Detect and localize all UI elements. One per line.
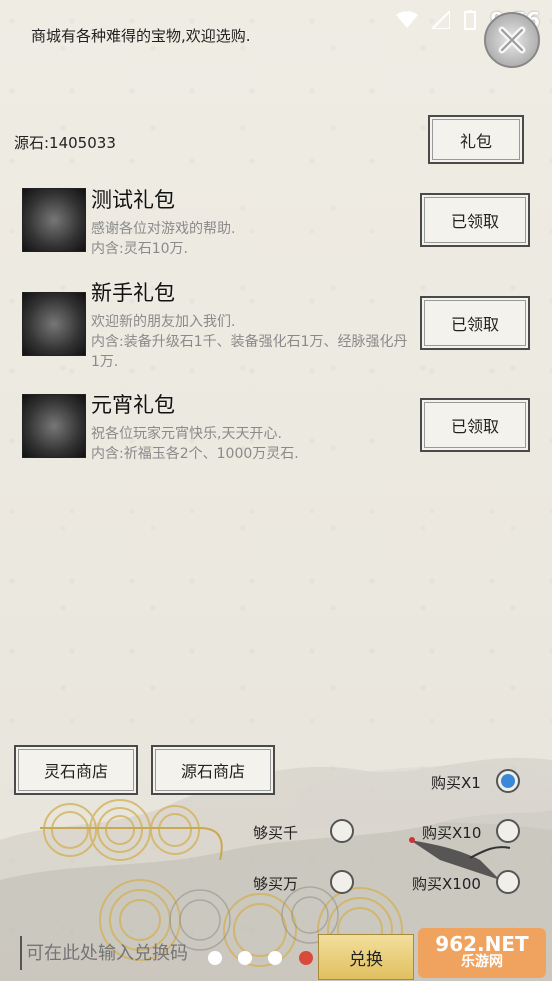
close-icon bbox=[498, 26, 526, 54]
gift-contents-line: 内含:装备升级石1千、装备强化石1万、经脉强化丹1万. bbox=[91, 334, 408, 370]
close-button[interactable] bbox=[484, 12, 540, 68]
buy-x10-radio[interactable] bbox=[496, 819, 520, 843]
page-indicator-dot[interactable] bbox=[238, 951, 252, 965]
gift-description-line: 感谢各位对游戏的帮助. bbox=[91, 221, 236, 237]
watermark-line2: 乐游网 bbox=[461, 954, 503, 970]
watermark-line1: 962.NET bbox=[435, 932, 529, 956]
wifi-icon bbox=[396, 11, 419, 28]
enough-thousand-radio[interactable] bbox=[330, 819, 354, 843]
site-watermark: 962.NET 乐游网 bbox=[418, 928, 546, 978]
signal-icon bbox=[432, 11, 451, 29]
source-stone-balance: 源石:1405033 bbox=[14, 134, 116, 152]
gift-box-icon bbox=[22, 292, 86, 356]
enough-thousand-label: 够买千 bbox=[253, 824, 299, 842]
battery-icon bbox=[464, 10, 477, 30]
buy-x100-label: 购买X100 bbox=[412, 875, 481, 893]
gift-title: 测试礼包 bbox=[91, 188, 175, 212]
gift-contents-line: 内含:祈福玉各2个、1000万灵石. bbox=[91, 446, 299, 462]
claimed-button[interactable]: 已领取 bbox=[420, 193, 530, 247]
gift-description-line: 欢迎新的朋友加入我们. bbox=[91, 314, 236, 330]
gift-description: 感谢各位对游戏的帮助. 内含:灵石10万. bbox=[91, 219, 411, 259]
page-indicator-dot-active[interactable] bbox=[299, 951, 313, 965]
gift-box-icon bbox=[22, 188, 86, 252]
spirit-stone-store-label: 灵石商店 bbox=[43, 762, 108, 781]
spirit-stone-store-button[interactable]: 灵石商店 bbox=[14, 745, 138, 795]
gift-description-line: 祝各位玩家元宵快乐,天天开心. bbox=[91, 426, 282, 442]
buy-x1-radio[interactable] bbox=[496, 769, 520, 793]
claimed-button[interactable]: 已领取 bbox=[420, 398, 530, 452]
claimed-button-label: 已领取 bbox=[450, 417, 499, 436]
source-stone-store-label: 源石商店 bbox=[180, 762, 245, 781]
gift-contents-line: 内含:灵石10万. bbox=[91, 241, 188, 257]
gift-description: 欢迎新的朋友加入我们. 内含:装备升级石1千、装备强化石1万、经脉强化丹1万. bbox=[91, 312, 411, 372]
exchange-button-label: 兑换 bbox=[349, 949, 383, 970]
buy-x10-label: 购买X10 bbox=[422, 824, 482, 842]
gift-title: 新手礼包 bbox=[91, 281, 175, 305]
enough-wan-label: 够买万 bbox=[253, 875, 299, 893]
enough-wan-radio[interactable] bbox=[330, 870, 354, 894]
gift-title: 元宵礼包 bbox=[91, 393, 175, 417]
exchange-button[interactable]: 兑换 bbox=[318, 934, 414, 980]
source-stone-store-button[interactable]: 源石商店 bbox=[151, 745, 275, 795]
buy-x1-label: 购买X1 bbox=[431, 774, 481, 792]
gift-box-icon bbox=[22, 394, 86, 458]
claimed-button-label: 已领取 bbox=[450, 315, 499, 334]
page-indicator-dot[interactable] bbox=[268, 951, 282, 965]
gift-pack-button[interactable]: 礼包 bbox=[428, 115, 524, 164]
gift-pack-button-label: 礼包 bbox=[459, 131, 492, 151]
gift-description: 祝各位玩家元宵快乐,天天开心. 内含:祈福玉各2个、1000万灵石. bbox=[91, 424, 411, 464]
claimed-button[interactable]: 已领取 bbox=[420, 296, 530, 350]
welcome-text: 商城有各种难得的宝物,欢迎选购. bbox=[31, 27, 251, 45]
claimed-button-label: 已领取 bbox=[450, 212, 499, 231]
redeem-code-input[interactable] bbox=[20, 936, 300, 970]
buy-x100-radio[interactable] bbox=[496, 870, 520, 894]
page-indicator-dot[interactable] bbox=[208, 951, 222, 965]
